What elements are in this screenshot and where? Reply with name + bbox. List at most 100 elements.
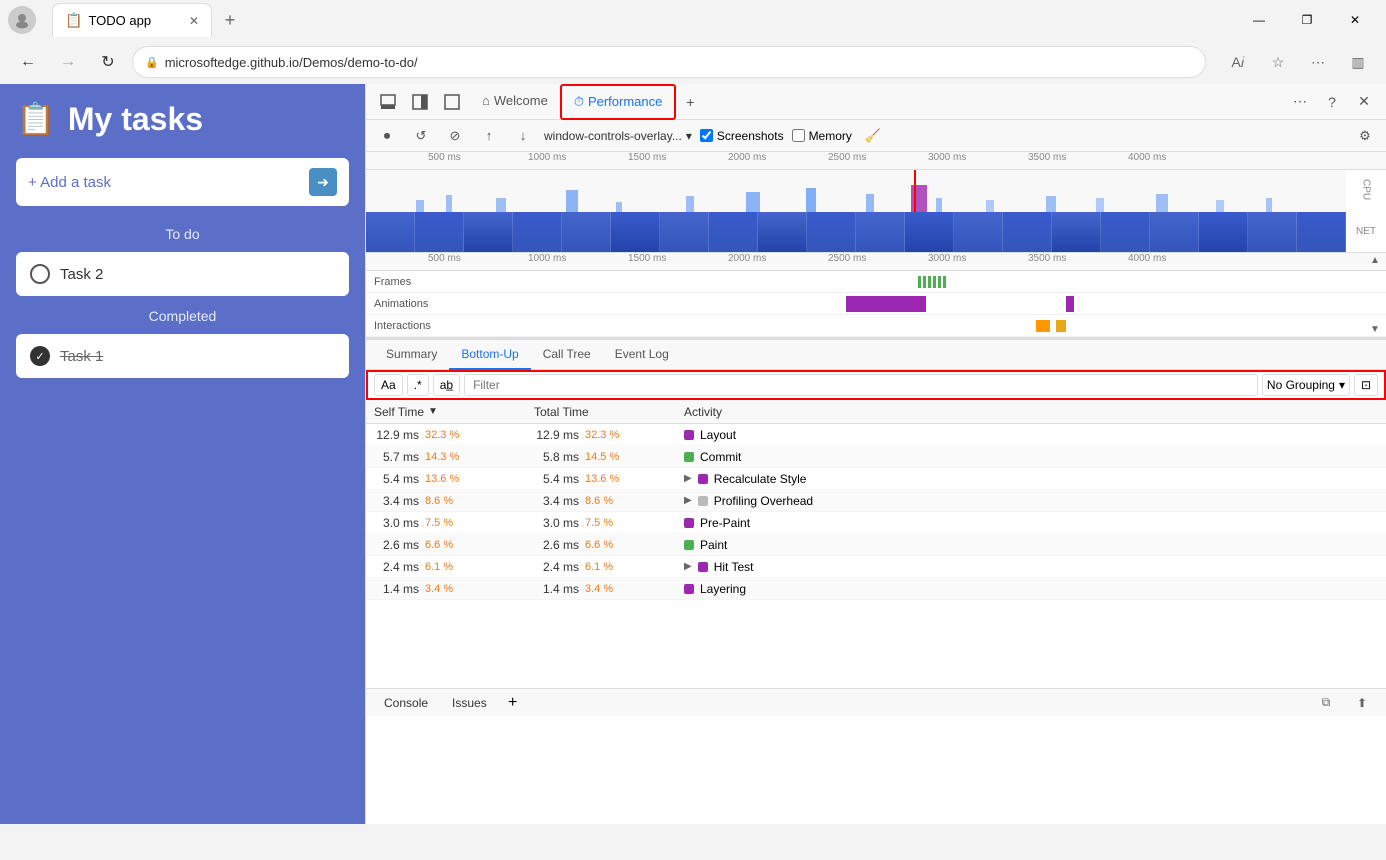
cell-total-4: 3.0 ms 7.5 %: [526, 516, 676, 530]
more-button[interactable]: ⋯: [1302, 46, 1334, 78]
browser-tab-todo[interactable]: 📋 TODO app ✕: [52, 3, 212, 37]
devtools-split-button[interactable]: ⧉: [1310, 687, 1342, 719]
tab-call-tree[interactable]: Call Tree: [531, 340, 603, 370]
add-task-bar[interactable]: + Add a task ➜: [16, 158, 349, 206]
activity-table: Self Time ▼ Total Time Activity 12.9 ms …: [366, 400, 1386, 688]
activity-color-swatch: [684, 430, 694, 440]
window-close-button[interactable]: ✕: [1332, 4, 1378, 36]
ruler-3000: 3000 ms: [928, 152, 966, 163]
sidebar-toggle-button[interactable]: ▥: [1342, 46, 1374, 78]
memory-checkbox-label[interactable]: Memory: [792, 129, 852, 143]
tab-event-log[interactable]: Event Log: [603, 340, 681, 370]
screenshots-checkbox[interactable]: [700, 129, 713, 142]
total-pct-val: 6.6 %: [585, 539, 613, 551]
add-tab-button[interactable]: +: [676, 88, 704, 116]
cpu-section: CPU: [1346, 170, 1386, 210]
minimize-button[interactable]: —: [1236, 4, 1282, 36]
self-pct-val: 14.3 %: [425, 451, 459, 463]
restore-button[interactable]: ❐: [1284, 4, 1330, 36]
whole-word-button[interactable]: ab̲: [433, 374, 460, 396]
tab-welcome[interactable]: ⌂ Welcome: [470, 84, 560, 120]
dock-right-button[interactable]: [406, 88, 434, 116]
aa-label: Aa: [381, 378, 396, 392]
dock-bottom-button[interactable]: [374, 88, 402, 116]
task-label-task2: Task 2: [60, 266, 103, 283]
section-todo-label: To do: [16, 226, 349, 242]
activity-name: Paint: [700, 538, 727, 552]
tab-summary[interactable]: Summary: [374, 340, 449, 370]
ruler2-1500: 1500 ms: [628, 253, 666, 264]
interactions-label: Interactions: [366, 320, 456, 332]
more-tools-button[interactable]: ⋯: [1286, 88, 1314, 116]
issues-tab[interactable]: Issues: [442, 691, 497, 715]
col-header-self-time[interactable]: Self Time ▼: [366, 405, 526, 419]
help-button[interactable]: ?: [1318, 88, 1346, 116]
user-avatar: [8, 6, 36, 34]
cell-total-6: 2.4 ms 6.1 %: [526, 560, 676, 574]
console-label: Console: [384, 696, 428, 710]
task-item-task1[interactable]: ✓ Task 1: [16, 334, 349, 378]
undock-button[interactable]: [438, 88, 466, 116]
task-item-task2[interactable]: Task 2: [16, 252, 349, 296]
total-pct-val: 3.4 %: [585, 583, 613, 595]
scroll-down-arrow[interactable]: ▼: [1370, 324, 1384, 335]
performance-icon: ⏱: [574, 94, 584, 110]
expand-icon[interactable]: ▶: [684, 473, 692, 484]
expand-icon[interactable]: ▶: [684, 495, 692, 506]
total-time-val: 2.6 ms: [534, 538, 579, 552]
console-tab[interactable]: Console: [374, 691, 438, 715]
total-time-val: 12.9 ms: [534, 428, 579, 442]
favorites-button[interactable]: ☆: [1262, 46, 1294, 78]
memory-checkbox[interactable]: [792, 129, 805, 142]
broom-button[interactable]: 🧹: [860, 123, 886, 149]
record-button[interactable]: ⏺: [374, 123, 400, 149]
upload-button[interactable]: ↑: [476, 123, 502, 149]
animations-content: [456, 293, 1386, 314]
activity-color-swatch: [684, 518, 694, 528]
cell-total-1: 5.8 ms 14.5 %: [526, 450, 676, 464]
settings-button[interactable]: ⚙: [1352, 123, 1378, 149]
expand-icon[interactable]: ▶: [684, 561, 692, 572]
tab-bottom-up[interactable]: Bottom-Up: [449, 340, 530, 370]
download-button[interactable]: ↓: [510, 123, 536, 149]
cell-self-3: 3.4 ms 8.6 %: [366, 494, 526, 508]
close-devtools-button[interactable]: ✕: [1350, 88, 1378, 116]
cell-total-0: 12.9 ms 32.3 %: [526, 428, 676, 442]
performance-toolbar: ⏺ ↺ ⊘ ↑ ↓ window-controls-overlay... ▾ S…: [366, 120, 1386, 152]
grouping-select[interactable]: No Grouping ▾: [1262, 374, 1350, 396]
case-sensitive-button[interactable]: Aa: [374, 374, 403, 396]
scroll-up-arrow[interactable]: ▲: [1370, 255, 1384, 266]
screenshot-strip: [366, 212, 1346, 252]
performance-tab-label: Performance: [588, 94, 662, 109]
back-button[interactable]: ←: [12, 46, 44, 78]
refresh-button[interactable]: ↻: [92, 46, 124, 78]
target-selector[interactable]: window-controls-overlay... ▾: [544, 129, 692, 143]
read-aloud-button[interactable]: A𝑖: [1222, 46, 1254, 78]
activity-color-swatch: [698, 562, 708, 572]
new-tab-button[interactable]: +: [216, 6, 244, 34]
screenshots-checkbox-label[interactable]: Screenshots: [700, 129, 784, 143]
tab-performance[interactable]: ⏱ Performance: [560, 84, 677, 120]
regex-button[interactable]: .*: [407, 374, 429, 396]
ruler-1500: 1500 ms: [628, 152, 666, 163]
total-time-val: 2.4 ms: [534, 560, 579, 574]
self-pct-val: 8.6 %: [425, 495, 453, 507]
address-bar: ← → ↻ 🔒 microsoftedge.github.io/Demos/de…: [0, 40, 1386, 84]
filter-input[interactable]: [464, 374, 1258, 396]
timeline-overview: 500 ms 1000 ms 1500 ms 2000 ms 2500 ms 3…: [366, 152, 1386, 253]
clear-button[interactable]: ⊘: [442, 123, 468, 149]
url-bar[interactable]: 🔒 microsoftedge.github.io/Demos/demo-to-…: [132, 46, 1206, 78]
tab-close-button[interactable]: ✕: [189, 14, 199, 28]
activity-color-swatch: [698, 474, 708, 484]
reload-record-button[interactable]: ↺: [408, 123, 434, 149]
export-button[interactable]: ⊡: [1354, 374, 1378, 396]
ruler-4000: 4000 ms: [1128, 152, 1166, 163]
welcome-icon: ⌂: [482, 93, 490, 108]
forward-button[interactable]: →: [52, 46, 84, 78]
devtools-expand-button[interactable]: ⬆: [1346, 687, 1378, 719]
add-panel-button[interactable]: +: [501, 691, 525, 715]
activity-name: Profiling Overhead: [714, 494, 813, 508]
col-header-total-time[interactable]: Total Time: [526, 405, 676, 419]
frames-row: Frames: [366, 271, 1386, 293]
col-header-activity[interactable]: Activity: [676, 405, 1386, 419]
